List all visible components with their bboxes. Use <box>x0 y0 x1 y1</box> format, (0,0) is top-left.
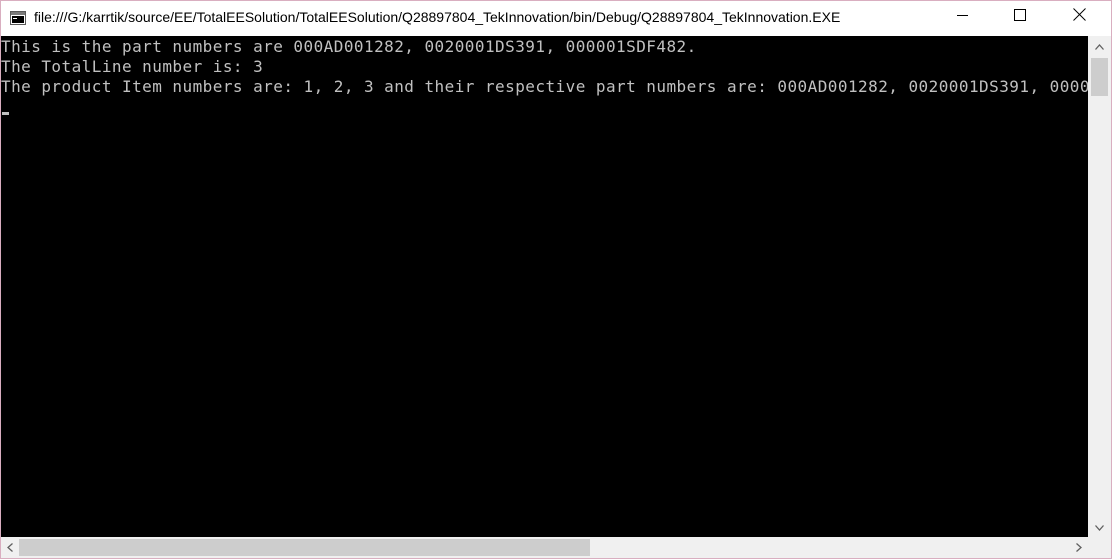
console-line: The TotalLine number is: 3 <box>1 57 264 76</box>
scroll-left-button[interactable] <box>1 537 19 558</box>
scroll-down-arrow-icon <box>1095 518 1104 536</box>
scroll-down-button[interactable] <box>1088 517 1111 537</box>
scroll-left-arrow-icon <box>7 539 13 557</box>
close-button[interactable] <box>1050 1 1108 33</box>
vertical-scrollbar[interactable] <box>1088 36 1111 537</box>
scroll-up-arrow-icon <box>1095 37 1104 55</box>
minimize-button[interactable] <box>933 1 991 33</box>
scroll-right-button[interactable] <box>1070 537 1088 558</box>
maximize-icon <box>1014 8 1026 26</box>
scrollbar-corner <box>1088 537 1111 558</box>
console-output-area[interactable]: This is the part numbers are 000AD001282… <box>1 36 1088 537</box>
horizontal-scrollbar[interactable] <box>1 537 1088 558</box>
horizontal-scroll-thumb[interactable] <box>19 539 590 556</box>
console-line: The product Item numbers are: 1, 2, 3 an… <box>1 77 1088 96</box>
console-window: file:///G:/karrtik/source/EE/TotalEESolu… <box>0 0 1112 559</box>
close-icon <box>1072 8 1086 26</box>
scroll-up-button[interactable] <box>1088 36 1111 56</box>
console-line: This is the part numbers are 000AD001282… <box>1 37 697 56</box>
title-bar[interactable]: file:///G:/karrtik/source/EE/TotalEESolu… <box>1 1 1111 36</box>
scroll-right-arrow-icon <box>1076 539 1082 557</box>
window-title: file:///G:/karrtik/source/EE/TotalEESolu… <box>34 9 841 25</box>
maximize-button[interactable] <box>991 1 1049 33</box>
vertical-scroll-thumb[interactable] <box>1091 58 1108 96</box>
console-app-icon <box>10 11 26 25</box>
text-cursor <box>2 112 9 115</box>
minimize-icon <box>956 8 968 26</box>
